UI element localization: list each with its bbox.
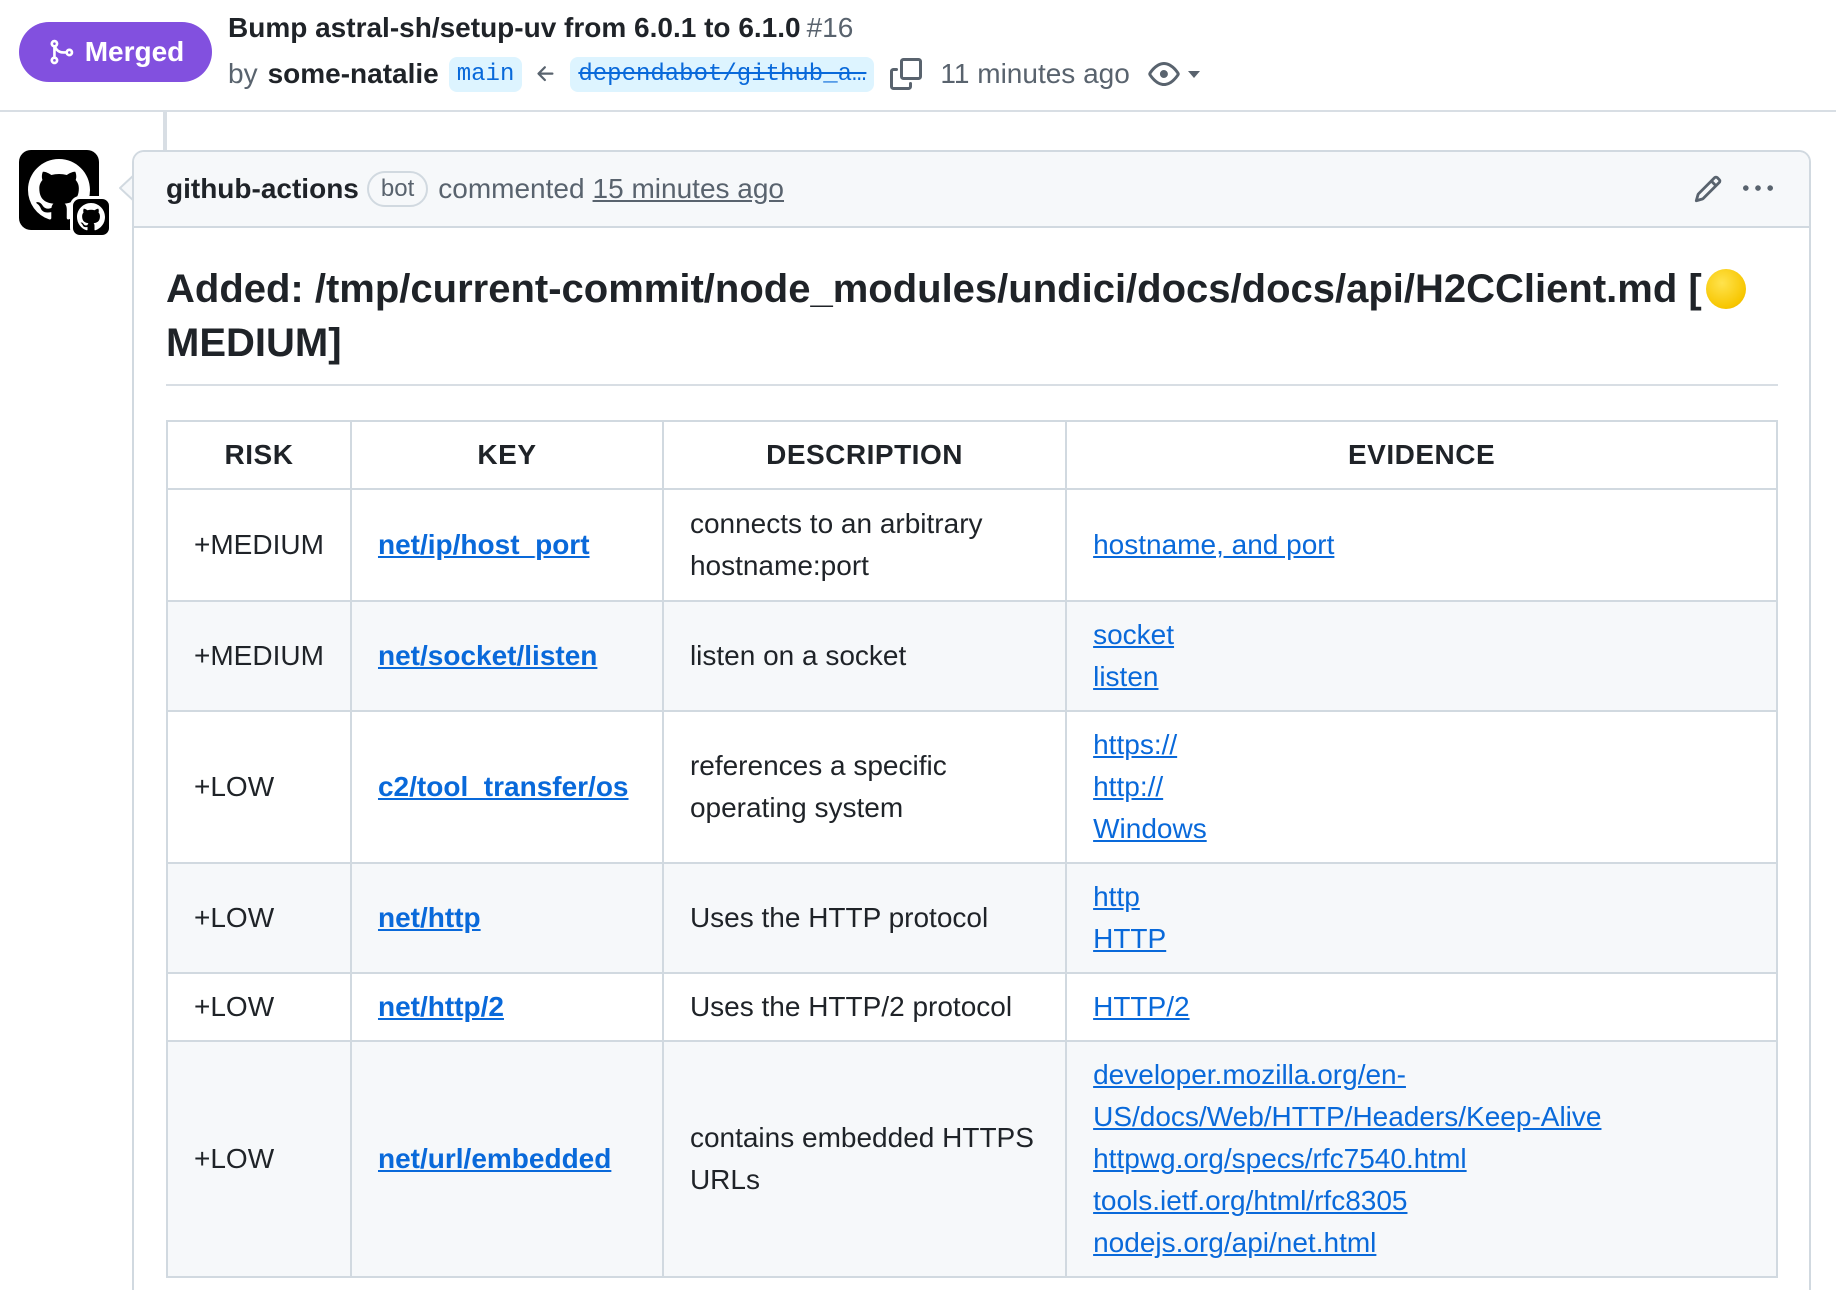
key-cell: net/http (349, 862, 664, 974)
pr-meta: by some-natalie main dependabot/github_a… (228, 52, 1202, 96)
heading-prefix: Added: /tmp/current-commit/node_modules/… (166, 267, 1702, 311)
evidence-link[interactable]: tools.ietf.org/html/rfc8305 (1093, 1180, 1750, 1222)
table-row: +MEDIUM net/ip/host_port connects to an … (166, 488, 1778, 602)
evidence-link[interactable]: Windows (1093, 808, 1750, 850)
key-link[interactable]: net/socket/listen (378, 640, 597, 671)
git-merge-icon (50, 39, 73, 65)
heading-suffix: MEDIUM] (166, 321, 342, 365)
key-cell: net/url/embedded (349, 1040, 664, 1278)
pr-number: #16 (806, 12, 854, 43)
key-cell: net/socket/listen (349, 600, 664, 712)
github-mark-icon (77, 203, 105, 231)
key-link[interactable]: net/http/2 (378, 991, 504, 1022)
column-header-evidence: EVIDENCE (1065, 420, 1778, 490)
kebab-horizontal-icon[interactable] (1741, 174, 1775, 204)
description-cell: Uses the HTTP protocol (661, 862, 1068, 974)
merged-label: Merged (84, 36, 185, 67)
pr-time-ago: 11 minutes ago (940, 58, 1130, 89)
evidence-link[interactable]: hostname, and port (1093, 524, 1750, 566)
key-link[interactable]: net/http (378, 902, 481, 933)
head-branch-label[interactable]: dependabot/github_a… (570, 56, 875, 92)
caret-down-icon[interactable] (1186, 66, 1202, 82)
evidence-link[interactable]: nodejs.org/api/net.html (1093, 1222, 1750, 1264)
key-cell: c2/tool_transfer/os (349, 710, 664, 864)
evidence-link[interactable]: http:// (1093, 766, 1750, 808)
pr-header: Merged Bump astral-sh/setup-uv from 6.0.… (0, 0, 1836, 112)
key-cell: net/ip/host_port (349, 488, 664, 602)
pr-title-text: Bump astral-sh/setup-uv from 6.0.1 to 6.… (228, 12, 801, 43)
evidence-link[interactable]: socket (1093, 614, 1750, 656)
description-cell: references a specific operating system (661, 710, 1068, 864)
risk-cell: +LOW (166, 1040, 352, 1278)
yellow-circle-icon (1705, 269, 1746, 309)
column-header-risk: RISK (166, 420, 352, 490)
risk-cell: +LOW (166, 710, 352, 864)
comment-body: Added: /tmp/current-commit/node_modules/… (166, 228, 1778, 1278)
description-cell: contains embedded HTTPS URLs (661, 1040, 1068, 1278)
pencil-icon[interactable] (1693, 174, 1723, 204)
finding-heading: Added: /tmp/current-commit/node_modules/… (166, 262, 1778, 386)
evidence-link[interactable]: HTTP (1093, 918, 1750, 960)
table-row: +MEDIUM net/socket/listen listen on a so… (166, 600, 1778, 712)
table-row: +LOW net/http/2 Uses the HTTP/2 protocol… (166, 972, 1778, 1042)
comment-time-link[interactable]: 15 minutes ago (593, 173, 784, 205)
column-header-key: KEY (349, 420, 664, 490)
base-branch-label[interactable]: main (448, 56, 523, 92)
evidence-link[interactable]: developer.mozilla.org/en-US/docs/Web/HTT… (1093, 1054, 1750, 1138)
by-label: by (228, 58, 258, 89)
findings-table: RISK KEY DESCRIPTION EVIDENCE +MEDIUM ne… (166, 420, 1778, 1278)
key-link[interactable]: net/ip/host_port (378, 529, 590, 560)
evidence-cell: https:// http:// Windows (1065, 710, 1778, 864)
evidence-cell: http HTTP (1065, 862, 1778, 974)
evidence-link[interactable]: HTTP/2 (1093, 986, 1750, 1028)
copy-icon[interactable] (890, 58, 923, 90)
evidence-link[interactable]: https:// (1093, 724, 1750, 766)
timeline-line (163, 112, 167, 150)
commented-label: commented (438, 173, 585, 204)
key-cell: net/http/2 (349, 972, 664, 1042)
column-header-description: DESCRIPTION (661, 420, 1068, 490)
evidence-cell: developer.mozilla.org/en-US/docs/Web/HTT… (1065, 1040, 1778, 1278)
risk-cell: +LOW (166, 972, 352, 1042)
pr-author-link[interactable]: some-natalie (268, 58, 439, 90)
table-row: +LOW net/http Uses the HTTP protocol htt… (166, 862, 1778, 974)
evidence-cell: socket listen (1065, 600, 1778, 712)
evidence-link[interactable]: httpwg.org/specs/rfc7540.html (1093, 1138, 1750, 1180)
table-row: +LOW c2/tool_transfer/os references a sp… (166, 710, 1778, 864)
eye-icon[interactable] (1148, 58, 1180, 90)
arrow-left-icon (537, 66, 554, 82)
description-cell: connects to an arbitrary hostname:port (661, 488, 1068, 602)
description-cell: listen on a socket (661, 600, 1068, 712)
table-header-row: RISK KEY DESCRIPTION EVIDENCE (166, 420, 1778, 490)
evidence-cell: HTTP/2 (1065, 972, 1778, 1042)
key-link[interactable]: net/url/embedded (378, 1143, 611, 1174)
merged-status-badge: Merged (19, 22, 212, 82)
evidence-cell: hostname, and port (1065, 488, 1778, 602)
evidence-link[interactable]: http (1093, 876, 1750, 918)
risk-cell: +MEDIUM (166, 600, 352, 712)
bot-label: bot (366, 171, 429, 207)
description-cell: Uses the HTTP/2 protocol (661, 972, 1068, 1042)
commenter-link[interactable]: github-actions (166, 173, 359, 205)
evidence-link[interactable]: listen (1093, 656, 1750, 698)
key-link[interactable]: c2/tool_transfer/os (378, 771, 629, 802)
comment-box: github-actions bot commented 15 minutes … (132, 150, 1811, 1290)
comment-header: github-actions bot commented 15 minutes … (134, 152, 1809, 228)
pr-title[interactable]: Bump astral-sh/setup-uv from 6.0.1 to 6.… (228, 12, 853, 44)
risk-cell: +MEDIUM (166, 488, 352, 602)
bot-avatar-badge (70, 196, 112, 238)
risk-cell: +LOW (166, 862, 352, 974)
table-row: +LOW net/url/embedded contains embedded … (166, 1040, 1778, 1278)
